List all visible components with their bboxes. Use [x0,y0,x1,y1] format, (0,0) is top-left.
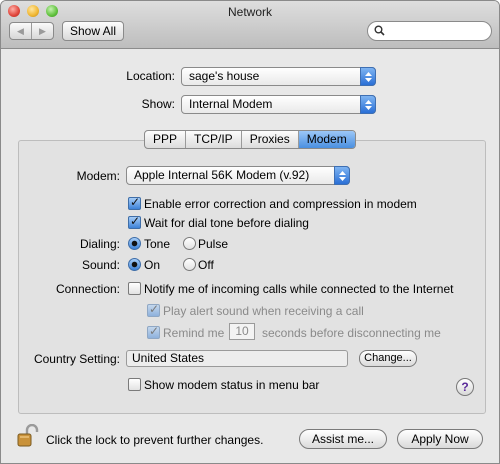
remind-me-label: Remind me [163,326,225,340]
dialing-pulse-label: Pulse [198,237,229,251]
show-value: Internal Modem [189,97,273,111]
sound-on-radio[interactable] [128,258,141,271]
tab-bar: PPP TCP/IP Proxies Modem [144,130,356,149]
notify-incoming-calls-label: Notify me of incoming calls while connec… [144,282,454,296]
remind-seconds-field[interactable]: 10 [229,323,255,340]
play-alert-label: Play alert sound when receiving a call [163,304,364,318]
dialing-pulse-radio[interactable] [183,237,196,250]
error-correction-checkbox[interactable] [128,195,141,210]
notify-incoming-calls-checkbox[interactable] [128,282,141,295]
sound-off-radio[interactable] [183,258,196,271]
help-button[interactable]: ? [456,378,474,396]
dial-tone-label: Wait for dial tone before dialing [144,216,309,230]
change-country-button[interactable]: Change... [359,350,417,367]
forward-arrow-icon[interactable]: ▶ [31,23,53,39]
titlebar: Network ◀ ▶ Show All [1,1,499,49]
assist-me-button[interactable]: Assist me... [299,429,387,449]
dial-tone-checkbox[interactable] [128,214,141,229]
window-title: Network [227,5,272,19]
lock-icon[interactable] [17,423,39,451]
sound-on-label: On [144,258,161,272]
show-popup[interactable]: Internal Modem [181,95,376,114]
show-modem-status-checkbox[interactable] [128,378,141,391]
connection-label: Connection: [55,282,120,296]
sound-label: Sound: [81,258,120,272]
apply-now-button[interactable]: Apply Now [397,429,483,449]
tab-modem[interactable]: Modem [297,131,355,148]
location-popup[interactable]: sage's house [181,67,376,86]
play-alert-checkbox[interactable] [147,302,160,317]
popup-arrows-icon [360,95,376,114]
search-icon [374,25,385,36]
dialing-tone-radio[interactable] [128,237,141,250]
show-all-button[interactable]: Show All [62,21,124,41]
sound-off-label: Off [198,258,214,272]
back-forward-control: ◀ ▶ [9,22,54,40]
error-correction-label: Enable error correction and compression … [144,197,417,211]
modem-label: Modem: [76,169,120,183]
country-setting-label: Country Setting: [33,352,120,366]
back-arrow-icon[interactable]: ◀ [10,23,31,39]
modem-popup[interactable]: Apple Internal 56K Modem (v.92) [126,166,350,185]
tab-tcpip[interactable]: TCP/IP [185,131,241,148]
remind-seconds-suffix-label: seconds before disconnecting me [262,326,441,340]
remind-me-checkbox[interactable] [147,324,160,339]
show-modem-status-label: Show modem status in menu bar [144,378,320,392]
location-label: Location: [126,69,175,83]
network-preferences-window: Network ◀ ▶ Show All Location: sage's ho… [0,0,500,464]
tab-ppp[interactable]: PPP [145,131,185,148]
show-label: Show: [141,97,175,111]
lock-message: Click the lock to prevent further change… [46,433,264,447]
tab-proxies[interactable]: Proxies [240,131,298,148]
popup-arrows-icon [360,67,376,86]
modem-value: Apple Internal 56K Modem (v.92) [134,168,310,182]
location-value: sage's house [189,69,260,83]
dialing-label: Dialing: [79,237,120,251]
dialing-tone-label: Tone [144,237,171,251]
search-input[interactable] [388,23,486,39]
popup-arrows-icon [334,166,350,185]
search-field[interactable] [367,21,492,41]
country-setting-field: United States [126,350,348,367]
